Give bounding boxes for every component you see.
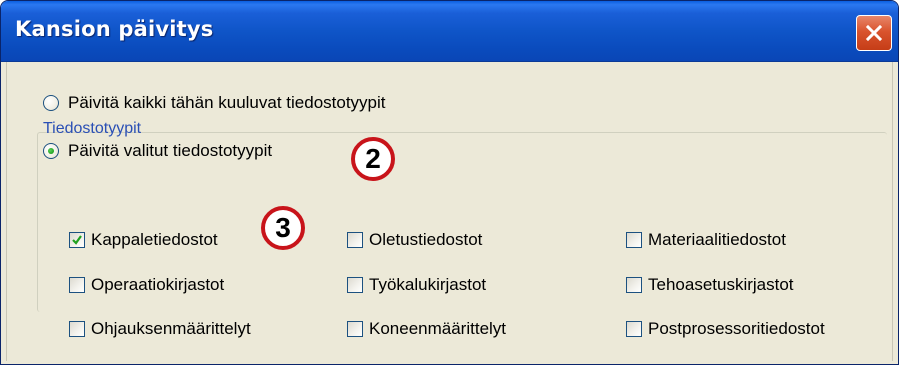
checkbox-item[interactable]: Postprosessoritiedostot xyxy=(626,319,825,339)
radio-update-all-label: Päivitä kaikki tähän kuuluvat tiedostoty… xyxy=(68,93,386,112)
step-3-callout: 3 xyxy=(261,206,305,250)
checkbox-koneenmaarittelyt[interactable] xyxy=(347,321,363,337)
checkbox-label: Postprosessoritiedostot xyxy=(648,319,825,338)
folder-update-dialog: Kansion päivitys Päivitä kaikki tähän ku… xyxy=(0,0,899,365)
bottom-edge xyxy=(6,361,893,364)
checkbox-tehoasetuskirjastot[interactable] xyxy=(626,277,642,293)
checkbox-item[interactable]: Tehoasetuskirjastot xyxy=(626,275,794,295)
checkbox-postprosessoritiedostot[interactable] xyxy=(626,321,642,337)
radio-button-all[interactable] xyxy=(43,95,59,111)
dialog-title: Kansion päivitys xyxy=(15,17,214,41)
file-types-group-label: Tiedostotyypit xyxy=(43,120,142,137)
checkbox-label: Materiaalitiedostot xyxy=(648,230,786,249)
checkbox-tyokalukirjastot[interactable] xyxy=(347,277,363,293)
checkbox-label: Työkalukirjastot xyxy=(369,275,487,294)
close-x-icon xyxy=(865,24,883,42)
checkbox-item[interactable]: Kappaletiedostot xyxy=(69,230,218,250)
checkbox-kappaletiedostot[interactable] xyxy=(69,232,85,248)
checkbox-label: Oletustiedostot xyxy=(369,230,483,249)
checkbox-item[interactable]: Materiaalitiedostot xyxy=(626,230,786,250)
checkbox-oletustiedostot[interactable] xyxy=(347,232,363,248)
radio-update-all[interactable]: Päivitä kaikki tähän kuuluvat tiedostoty… xyxy=(43,93,386,113)
checkbox-ohjauksenmaarittelyt[interactable] xyxy=(69,321,85,337)
checkbox-item[interactable]: Työkalukirjastot xyxy=(347,275,486,295)
title-bar[interactable]: Kansion päivitys xyxy=(1,1,898,62)
checkbox-label: Tehoasetuskirjastot xyxy=(648,275,794,294)
checkbox-label: Operaatiokirjastot xyxy=(91,275,225,294)
checkbox-item[interactable]: Operaatiokirjastot xyxy=(69,275,224,295)
checkmark-icon xyxy=(72,235,82,245)
checkbox-operaatiokirjastot[interactable] xyxy=(69,277,85,293)
checkbox-label: Ohjauksenmäärittelyt xyxy=(91,319,251,338)
checkbox-item[interactable]: Ohjauksenmäärittelyt xyxy=(69,319,251,339)
checkbox-label: Koneenmäärittelyt xyxy=(369,319,507,338)
checkbox-materiaalitiedostot[interactable] xyxy=(626,232,642,248)
checkbox-item[interactable]: Oletustiedostot xyxy=(347,230,482,250)
checkbox-item[interactable]: Koneenmäärittelyt xyxy=(347,319,506,339)
checkbox-label: Kappaletiedostot xyxy=(91,230,218,249)
close-button[interactable] xyxy=(856,15,892,51)
